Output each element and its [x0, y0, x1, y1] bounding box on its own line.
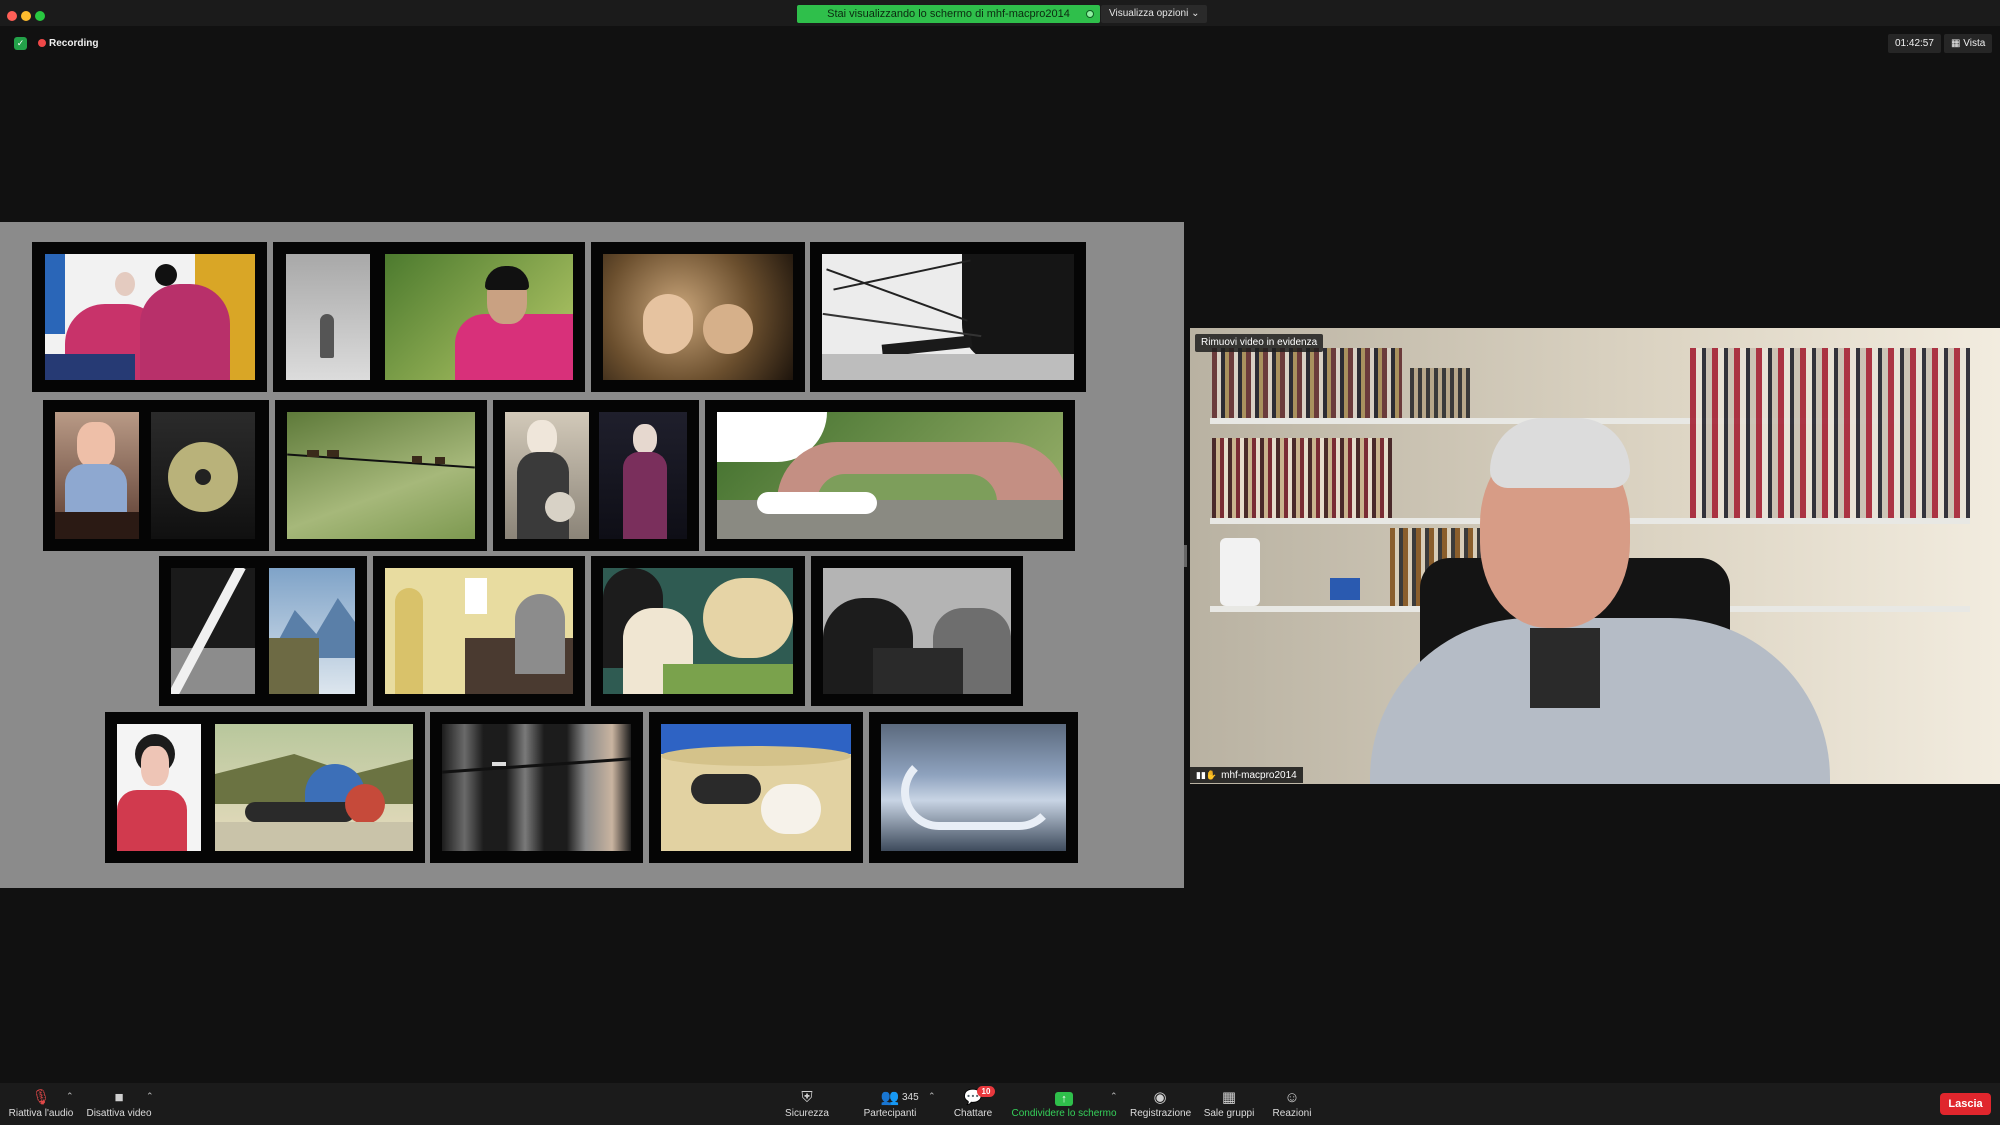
participants-label: Partecipanti [863, 1108, 917, 1119]
artwork-panel [603, 254, 793, 380]
unmute-label: Riattiva l'audio [8, 1108, 74, 1119]
artwork-panel [385, 568, 573, 694]
record-button[interactable]: ◉ Registrazione [1130, 1088, 1192, 1122]
security-label: Sicurezza [785, 1108, 829, 1119]
close-window-button[interactable] [7, 11, 17, 21]
encryption-shield-icon[interactable]: ✓ [14, 37, 27, 50]
breakout-rooms-label: Sale gruppi [1203, 1108, 1255, 1119]
chat-label: Chattare [953, 1108, 993, 1119]
artwork-panel [385, 254, 573, 380]
participant-name-tag: ▮▮✋ mhf-macpro2014 [1190, 767, 1303, 783]
breakout-rooms-button[interactable]: ▦ Sale gruppi [1202, 1088, 1256, 1122]
record-label: Registrazione [1130, 1108, 1192, 1119]
audio-options-chevron-icon[interactable]: ⌃ [66, 1091, 74, 1102]
artwork-panel [717, 412, 1063, 539]
artwork-panel [286, 254, 370, 380]
reactions-button[interactable]: ☺ Reazioni [1266, 1088, 1318, 1122]
artwork-panel [603, 568, 793, 694]
screen-share-banner-text: Stai visualizzando lo schermo di mhf-mac… [827, 8, 1070, 20]
artwork-panel [442, 724, 631, 851]
artwork-panel [505, 412, 589, 539]
meeting-timer: 01:42:57 [1888, 34, 1941, 53]
participant-name: mhf-macpro2014 [1221, 770, 1297, 781]
resize-divider-handle[interactable] [1184, 545, 1187, 567]
record-icon: ◉ [1153, 1089, 1167, 1106]
recording-dot-icon [38, 39, 46, 47]
participants-count: 345 [902, 1092, 919, 1103]
artwork-panel [45, 254, 255, 380]
reactions-icon: ☺ [1284, 1089, 1300, 1106]
artwork-panel [822, 254, 1074, 380]
reactions-label: Reazioni [1272, 1108, 1312, 1119]
security-button[interactable]: ⛨ Sicurezza [780, 1088, 834, 1122]
artwork-panel [151, 412, 255, 539]
stop-video-label: Disattiva video [86, 1108, 152, 1119]
artwork-panel [823, 568, 1011, 694]
chat-unread-badge: 10 [977, 1086, 995, 1097]
leave-button[interactable]: Lascia [1940, 1093, 1991, 1115]
participants-options-chevron-icon[interactable]: ⌃ [928, 1091, 936, 1102]
artwork-panel [269, 568, 355, 694]
artwork-panel [599, 412, 687, 539]
artwork-panel [661, 724, 851, 851]
recording-label: Recording [49, 38, 99, 49]
share-screen-button[interactable]: ↑ Condividere lo schermo [1010, 1088, 1118, 1122]
screen-share-banner: Stai visualizzando lo schermo di mhf-mac… [797, 5, 1100, 23]
recording-indicator[interactable]: Recording [38, 36, 98, 52]
shared-screen [0, 222, 1184, 888]
artwork-panel [287, 412, 475, 539]
artwork-panel [215, 724, 413, 851]
camera-icon: ■ [114, 1089, 124, 1106]
signal-strength-icon: ▮▮✋ [1196, 770, 1218, 780]
view-button-label: Vista [1963, 38, 1986, 49]
speaker-video[interactable] [1190, 328, 2000, 784]
artwork-panel [55, 412, 139, 539]
minimize-window-button[interactable] [21, 11, 31, 21]
artwork-panel [881, 724, 1066, 851]
share-screen-label: Condividere lo schermo [1011, 1108, 1117, 1119]
meeting-toolbar [0, 1083, 2000, 1125]
share-screen-icon: ↑ [1010, 1088, 1118, 1108]
remove-spotlight-button[interactable]: Rimuovi video in evidenza [1195, 334, 1324, 352]
stop-video-button[interactable]: ■ Disattiva video [86, 1088, 152, 1122]
artwork-panel [117, 724, 201, 851]
video-options-chevron-icon[interactable]: ⌃ [146, 1091, 154, 1102]
view-button[interactable]: ▦ Vista [1944, 34, 1993, 53]
share-options-chevron-icon[interactable]: ⌃ [1110, 1091, 1118, 1102]
artwork-panel [171, 568, 255, 694]
view-options-button[interactable]: Visualizza opzioni ⌄ [1101, 5, 1208, 23]
fullscreen-window-button[interactable] [35, 11, 45, 21]
breakout-rooms-icon: ▦ [1221, 1089, 1237, 1106]
shield-icon: ⛨ [801, 1089, 813, 1106]
share-indicator-icon [1086, 10, 1094, 18]
